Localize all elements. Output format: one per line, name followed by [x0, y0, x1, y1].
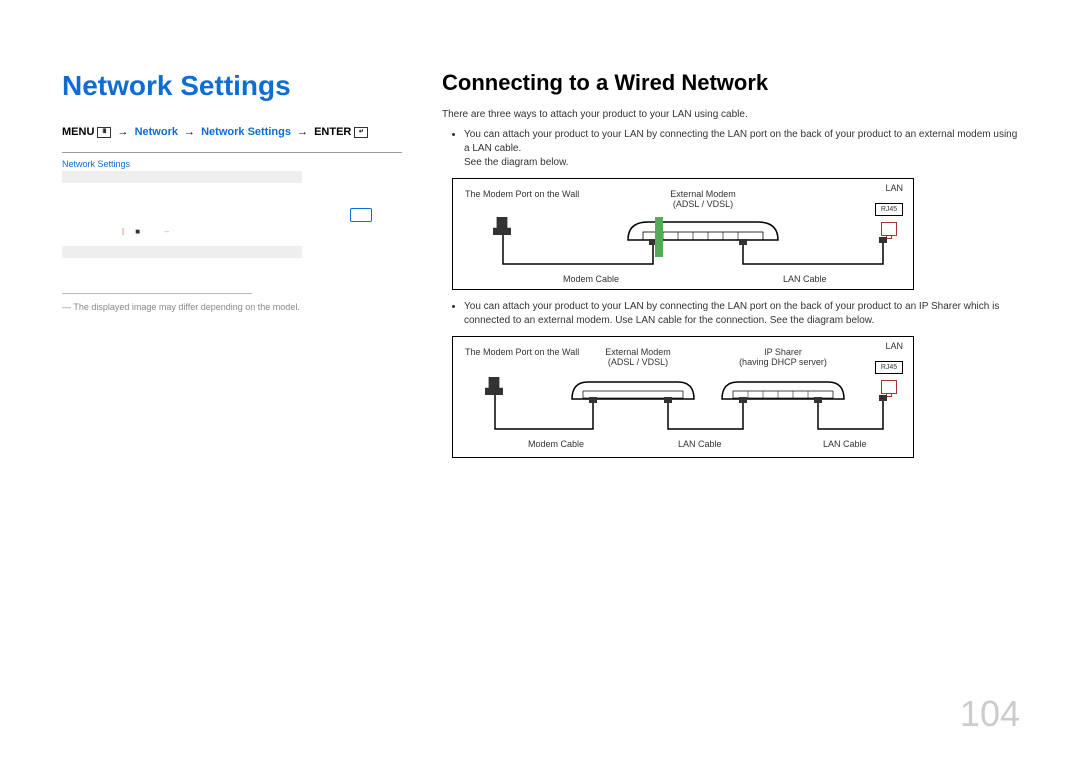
- arrow-icon: →: [118, 126, 129, 138]
- enter-icon: ↵: [354, 127, 368, 138]
- section-title: Network Settings: [62, 70, 402, 102]
- arrow-icon: →: [297, 126, 308, 138]
- ui-highlight-box: [350, 208, 372, 222]
- ui-row: [62, 246, 302, 258]
- bullet-item: You can attach your product to your LAN …: [464, 128, 1020, 170]
- ui-screenshot: Network Settings | ■ –: [62, 152, 402, 279]
- bullet-list: You can attach your product to your LAN …: [442, 300, 1020, 328]
- ui-dots: | ■ –: [122, 227, 169, 236]
- enter-label: ENTER: [314, 126, 351, 138]
- ui-row: [62, 171, 302, 183]
- left-column: Network Settings MENU Ⅲ → Network → Netw…: [62, 70, 402, 468]
- note-text: ― The displayed image may differ dependi…: [62, 302, 402, 312]
- ui-middle: | ■ –: [62, 186, 402, 246]
- menu-path: MENU Ⅲ → Network → Network Settings → EN…: [62, 126, 402, 138]
- menu-label: MENU: [62, 126, 94, 138]
- cable-lines: [453, 179, 913, 289]
- bullet-list: You can attach your product to your LAN …: [442, 128, 1020, 170]
- arrow-icon: →: [184, 126, 195, 138]
- lan-cable-label: LAN Cable: [823, 439, 867, 449]
- divider: [62, 293, 252, 294]
- manual-page: Network Settings MENU Ⅲ → Network → Netw…: [0, 0, 1080, 498]
- network-settings-label: Network Settings: [201, 126, 291, 138]
- bullet-item: You can attach your product to your LAN …: [464, 300, 1020, 328]
- network-label: Network: [135, 126, 178, 138]
- modem-cable-label: Modem Cable: [563, 274, 619, 284]
- lan-cable-label: LAN Cable: [678, 439, 722, 449]
- right-column: Connecting to a Wired Network There are …: [442, 70, 1020, 468]
- screenshot-title: Network Settings: [62, 159, 402, 169]
- intro-text: There are three ways to attach your prod…: [442, 108, 1020, 122]
- diagram-1: The Modem Port on the Wall External Mode…: [452, 178, 914, 290]
- diagram-2: The Modem Port on the Wall External Mode…: [452, 336, 914, 458]
- lan-cable-label: LAN Cable: [783, 274, 827, 284]
- page-number: 104: [960, 693, 1020, 735]
- subsection-title: Connecting to a Wired Network: [442, 70, 1020, 96]
- menu-icon: Ⅲ: [97, 127, 111, 138]
- modem-cable-label: Modem Cable: [528, 439, 584, 449]
